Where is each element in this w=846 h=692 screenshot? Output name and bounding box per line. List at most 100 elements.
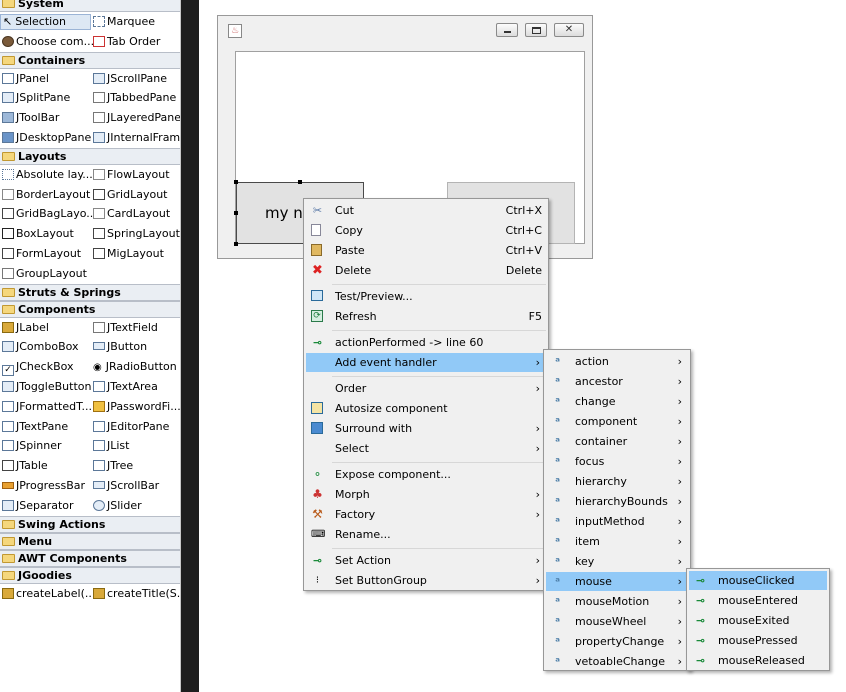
palette-item-jprogressbar[interactable]: JProgressBar	[0, 478, 91, 494]
minimize-button[interactable]	[496, 23, 518, 37]
palette-item-jtree[interactable]: JTree	[91, 458, 180, 474]
palette-category-layouts[interactable]: Layouts	[0, 147, 180, 165]
mouse-item-mouseentered[interactable]: ⊸ mouseEntered	[689, 591, 827, 610]
palette-item-jscrollbar[interactable]: JScrollBar	[91, 478, 180, 494]
palette-item-marquee[interactable]: Marquee	[91, 14, 180, 30]
palette-category-swing-actions[interactable]: Swing Actions	[0, 515, 180, 533]
palette-item-jcheckbox[interactable]: ✓ JCheckBox	[0, 359, 91, 377]
mouse-item-mousepressed[interactable]: ⊸ mousePressed	[689, 631, 827, 650]
menu-item-cut[interactable]: ✂ Cut Ctrl+X	[306, 201, 546, 220]
palette-item-jtogglebutton[interactable]: JToggleButton	[0, 379, 91, 395]
selection-handle[interactable]	[234, 211, 238, 215]
event-item-container[interactable]: ᵃ container ›	[546, 432, 688, 451]
menu-item-delete[interactable]: ✖ Delete Delete	[306, 261, 546, 280]
menu-item-paste[interactable]: Paste Ctrl+V	[306, 241, 546, 260]
palette-item-springlayout[interactable]: SpringLayout	[91, 226, 180, 242]
selection-handle[interactable]	[298, 180, 302, 184]
selection-handle[interactable]	[234, 242, 238, 246]
palette-category-struts-springs[interactable]: Struts & Springs	[0, 283, 180, 301]
menu-item-add-event-handler[interactable]: Add event handler ›	[306, 353, 546, 372]
event-item-vetoablechange[interactable]: ᵃ vetoableChange ›	[546, 652, 688, 671]
palette-item-borderlayout[interactable]: BorderLayout	[0, 187, 91, 203]
palette-item-selection[interactable]: ↖ Selection	[0, 14, 91, 30]
palette-item-jcombobox[interactable]: JComboBox	[0, 339, 91, 355]
palette-category-awt-components[interactable]: AWT Components	[0, 549, 180, 567]
menu-item-copy[interactable]: Copy Ctrl+C	[306, 221, 546, 240]
event-item-hierarchy[interactable]: ᵃ hierarchy ›	[546, 472, 688, 491]
palette-item-jradiobutton[interactable]: ◉ JRadioButton	[91, 359, 180, 375]
event-item-item[interactable]: ᵃ item ›	[546, 532, 688, 551]
event-item-action[interactable]: ᵃ action ›	[546, 352, 688, 371]
event-item-propertychange[interactable]: ᵃ propertyChange ›	[546, 632, 688, 651]
menu-item-action-performed[interactable]: ⊸ actionPerformed -> line 60	[306, 333, 546, 352]
palette-item-jbutton[interactable]: JButton	[91, 339, 180, 355]
menu-item-select[interactable]: Select ›	[306, 439, 546, 458]
palette-item-jeditorpane[interactable]: JEditorPane	[91, 419, 180, 435]
palette-item-grouplayout[interactable]: GroupLayout	[0, 266, 91, 282]
palette-item-jspinner[interactable]: JSpinner	[0, 438, 91, 454]
palette-item-formlayout[interactable]: FormLayout	[0, 246, 91, 262]
palette-item-jscrollpane[interactable]: JScrollPane	[91, 71, 180, 87]
palette-category-menu[interactable]: Menu	[0, 532, 180, 550]
palette-item-jdesktoppane[interactable]: JDesktopPane	[0, 130, 91, 146]
event-item-hierarchybounds[interactable]: ᵃ hierarchyBounds ›	[546, 492, 688, 511]
palette-category-system[interactable]: System	[0, 0, 180, 12]
palette-item-choose-component[interactable]: Choose com...	[0, 34, 94, 50]
mouse-item-mousereleased[interactable]: ⊸ mouseReleased	[689, 651, 827, 670]
palette-category-containers[interactable]: Containers	[0, 51, 180, 69]
palette-item-jformattedtextfield[interactable]: JFormattedT...	[0, 399, 92, 415]
event-item-change[interactable]: ᵃ change ›	[546, 392, 688, 411]
palette-item-createtitle[interactable]: createTitle(S...	[91, 586, 180, 602]
palette-item-jpasswordfield[interactable]: JPasswordFi...	[91, 399, 180, 415]
mouse-item-mouseclicked[interactable]: ⊸ mouseClicked	[689, 571, 827, 590]
event-item-mousemotion[interactable]: ᵃ mouseMotion ›	[546, 592, 688, 611]
palette-item-jtextfield[interactable]: JTextField	[91, 320, 180, 336]
palette-item-jtabbedpane[interactable]: JTabbedPane	[91, 90, 180, 106]
menu-item-autosize[interactable]: Autosize component	[306, 399, 546, 418]
palette-item-jpanel[interactable]: JPanel	[0, 71, 91, 87]
palette-category-components[interactable]: Components	[0, 300, 180, 318]
palette-item-jinternalframe[interactable]: JInternalFrame	[91, 130, 180, 146]
palette-item-jtextarea[interactable]: JTextArea	[91, 379, 180, 395]
palette-item-jslider[interactable]: JSlider	[91, 498, 180, 514]
menu-item-surround-with[interactable]: Surround with ›	[306, 419, 546, 438]
palette-category-jgoodies[interactable]: JGoodies	[0, 566, 180, 584]
palette-item-jseparator[interactable]: JSeparator	[0, 498, 91, 514]
frame-title-bar[interactable]: ♨ ✕	[218, 16, 592, 46]
mouse-item-mouseexited[interactable]: ⊸ mouseExited	[689, 611, 827, 630]
menu-item-morph[interactable]: ♣ Morph ›	[306, 485, 546, 504]
close-button[interactable]: ✕	[554, 23, 584, 37]
palette-item-gridlayout[interactable]: GridLayout	[91, 187, 180, 203]
palette-item-jsplitpane[interactable]: JSplitPane	[0, 90, 91, 106]
menu-item-test-preview[interactable]: Test/Preview...	[306, 287, 546, 306]
menu-item-rename[interactable]: ⌨ Rename...	[306, 525, 546, 544]
event-item-component[interactable]: ᵃ component ›	[546, 412, 688, 431]
maximize-button[interactable]	[525, 23, 547, 37]
event-item-inputmethod[interactable]: ᵃ inputMethod ›	[546, 512, 688, 531]
palette-item-jlabel[interactable]: JLabel	[0, 320, 91, 336]
event-item-focus[interactable]: ᵃ focus ›	[546, 452, 688, 471]
menu-item-expose-component[interactable]: ⚬ Expose component...	[306, 465, 546, 484]
palette-item-jtextpane[interactable]: JTextPane	[0, 419, 91, 435]
palette-item-cardlayout[interactable]: CardLayout	[91, 206, 180, 222]
menu-item-set-action[interactable]: ⊸ Set Action ›	[306, 551, 546, 570]
palette-item-tab-order[interactable]: Tab Order	[91, 34, 180, 50]
palette-item-absolute-layout[interactable]: Absolute lay...	[0, 167, 93, 183]
palette-item-flowlayout[interactable]: FlowLayout	[91, 167, 180, 183]
menu-item-set-buttongroup[interactable]: ⁝ Set ButtonGroup ›	[306, 571, 546, 590]
menu-item-order[interactable]: Order ›	[306, 379, 546, 398]
palette-item-boxlayout[interactable]: BoxLayout	[0, 226, 91, 242]
palette-item-miglayout[interactable]: MigLayout	[91, 246, 180, 262]
event-item-key[interactable]: ᵃ key ›	[546, 552, 688, 571]
selection-handle[interactable]	[234, 180, 238, 184]
palette-item-jlist[interactable]: JList	[91, 438, 180, 454]
menu-item-refresh[interactable]: ⟳ Refresh F5	[306, 307, 546, 326]
menu-item-factory[interactable]: ⚒ Factory ›	[306, 505, 546, 524]
palette-item-jtable[interactable]: JTable	[0, 458, 91, 474]
event-item-ancestor[interactable]: ᵃ ancestor ›	[546, 372, 688, 391]
event-item-mousewheel[interactable]: ᵃ mouseWheel ›	[546, 612, 688, 631]
palette-item-jtoolbar[interactable]: JToolBar	[0, 110, 91, 126]
palette-item-jlayeredpane[interactable]: JLayeredPane	[91, 110, 180, 126]
event-item-mouse[interactable]: ᵃ mouse ›	[546, 572, 688, 591]
palette-item-gridbaglayout[interactable]: GridBagLayo...	[0, 206, 97, 222]
